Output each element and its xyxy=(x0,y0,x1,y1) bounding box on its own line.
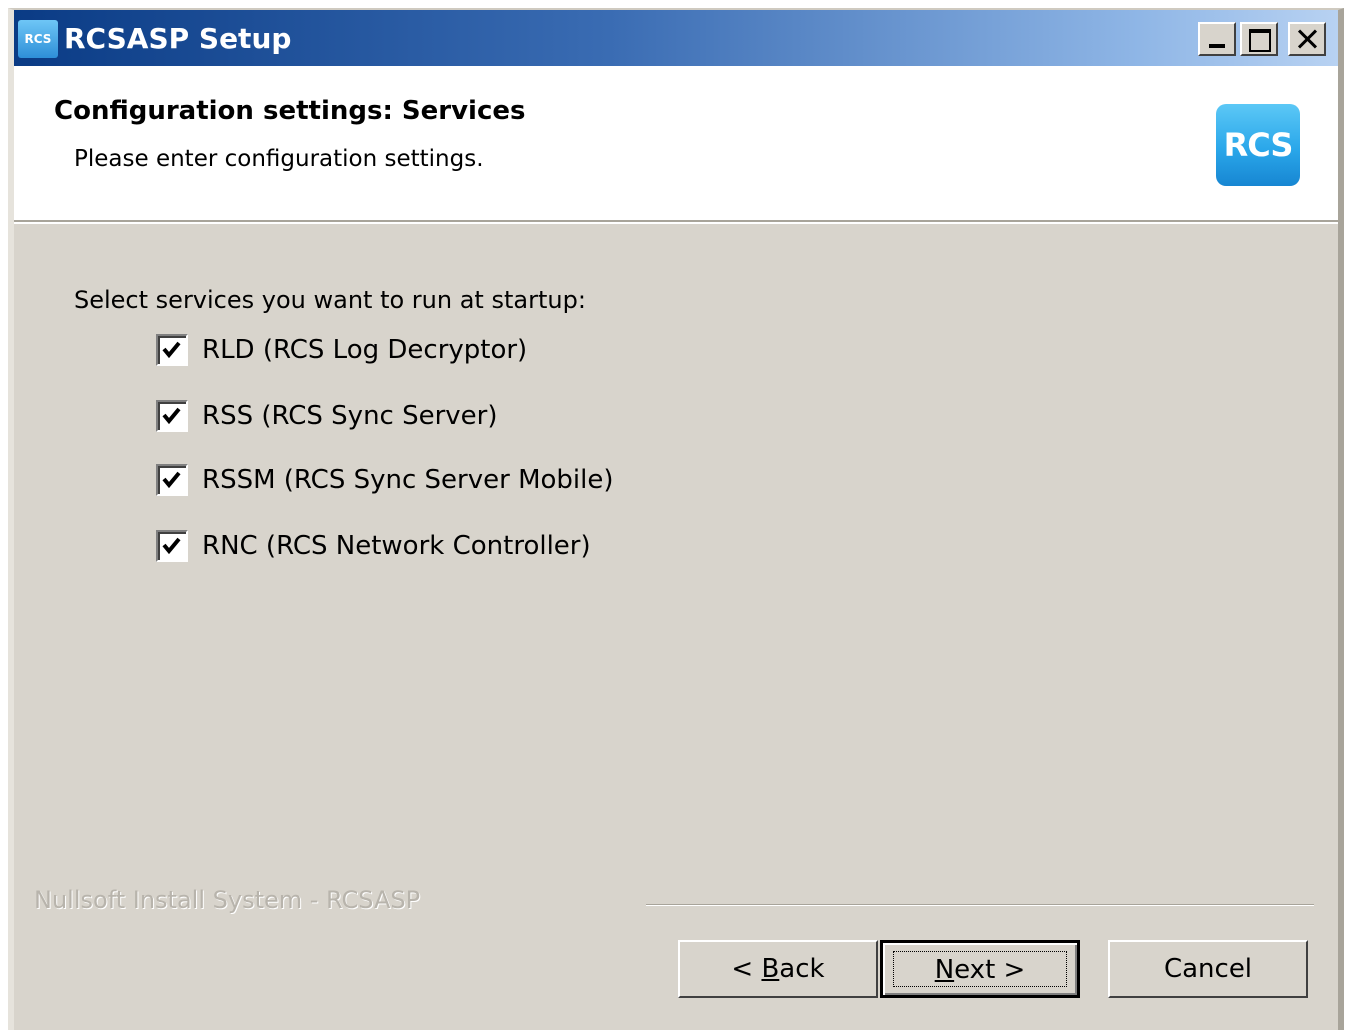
rcs-app-icon: RCS xyxy=(18,20,58,58)
minimize-button[interactable] xyxy=(1198,22,1236,56)
rss-label: RSS (RCS Sync Server) xyxy=(202,401,498,431)
rnc-label: RNC (RCS Network Controller) xyxy=(202,531,591,561)
setup-window: RCS RCSASP Setup Configuration settings:… xyxy=(8,8,1344,1030)
maximize-button[interactable] xyxy=(1240,22,1278,56)
page-header: Configuration settings: Services Please … xyxy=(14,66,1338,224)
checkmark-icon xyxy=(162,407,181,425)
rld-checkbox[interactable] xyxy=(156,334,188,366)
rssm-checkbox[interactable] xyxy=(156,464,188,496)
page-title: Configuration settings: Services xyxy=(54,96,526,126)
rss-checkbox[interactable] xyxy=(156,400,188,432)
next-button[interactable]: Next > xyxy=(880,940,1080,998)
back-button-prefix: < xyxy=(731,954,762,984)
checkmark-icon xyxy=(162,341,181,359)
back-button-mnemonic: B xyxy=(761,954,780,984)
footer-divider xyxy=(646,904,1314,906)
title-bar[interactable]: RCS RCSASP Setup xyxy=(14,10,1338,66)
close-button[interactable] xyxy=(1288,22,1326,56)
checkmark-icon xyxy=(162,537,181,555)
focus-rectangle xyxy=(893,951,1067,987)
back-button-rest: ack xyxy=(779,954,825,984)
rcs-logo-icon: RCS xyxy=(1216,104,1300,186)
window-title: RCSASP Setup xyxy=(64,22,292,55)
page-subtitle: Please enter configuration settings. xyxy=(74,146,484,172)
rssm-label: RSSM (RCS Sync Server Mobile) xyxy=(202,465,614,495)
rld-label: RLD (RCS Log Decryptor) xyxy=(202,335,528,365)
checkmark-icon xyxy=(162,471,181,489)
installer-branding: Nullsoft Install System - RCSASP xyxy=(34,886,421,914)
services-prompt: Select services you want to run at start… xyxy=(74,286,586,314)
cancel-button[interactable]: Cancel xyxy=(1108,940,1308,998)
rnc-checkbox[interactable] xyxy=(156,530,188,562)
back-button[interactable]: < Back xyxy=(678,940,878,998)
